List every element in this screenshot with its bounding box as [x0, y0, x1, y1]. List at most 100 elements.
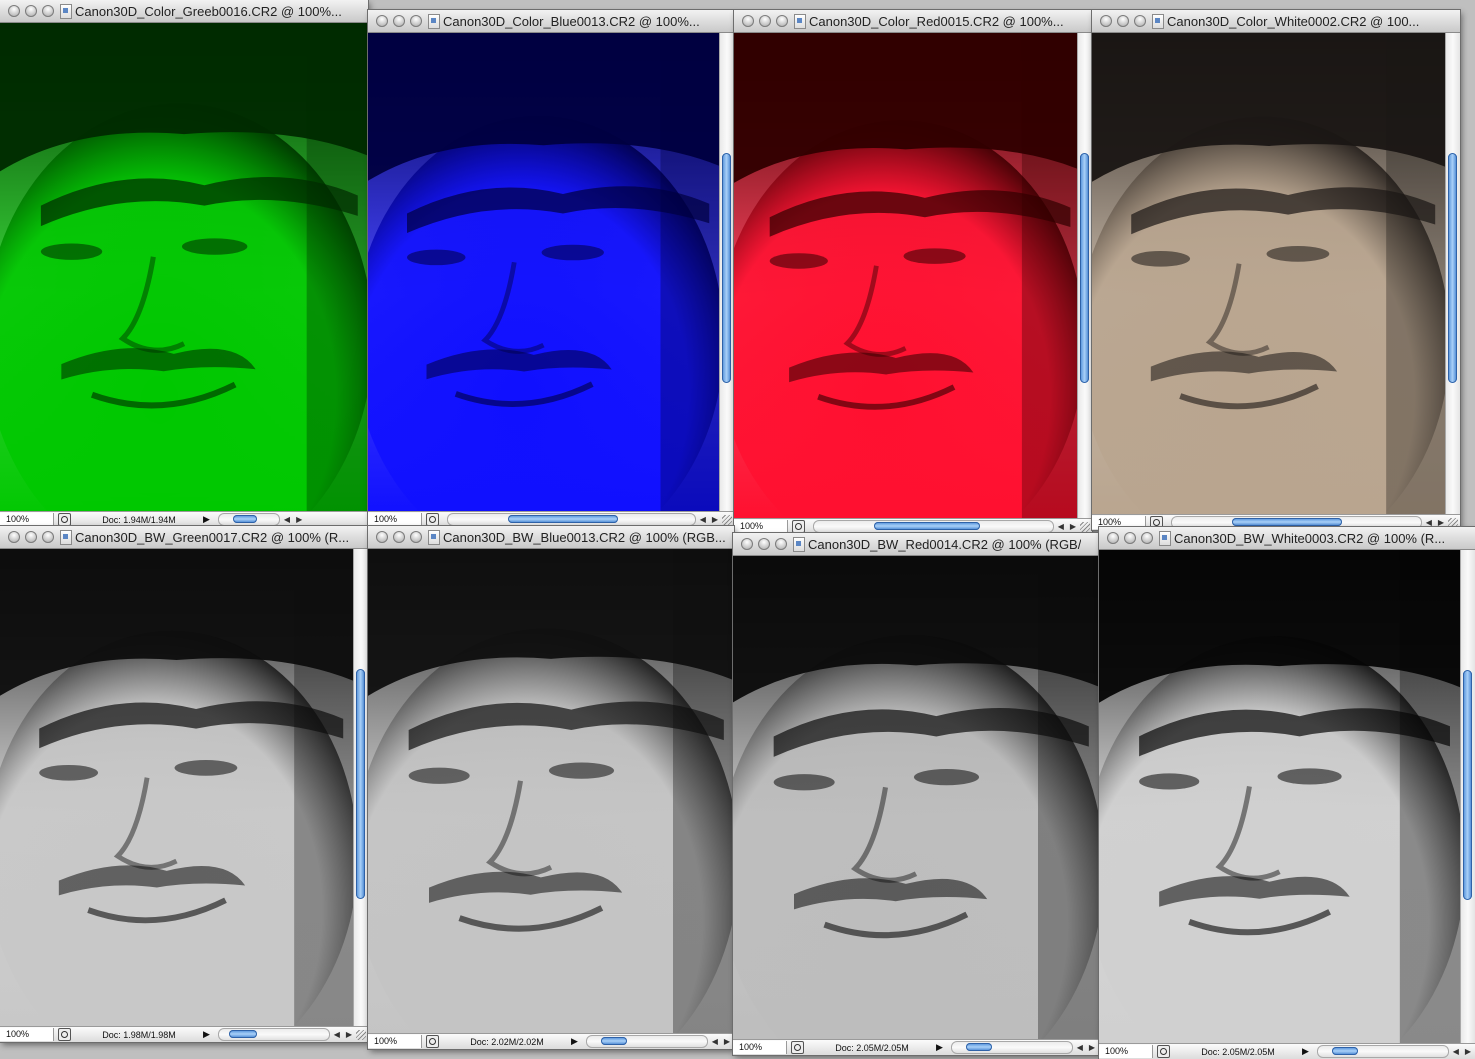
image-canvas[interactable]: [734, 33, 1077, 518]
zoom-button-icon[interactable]: [42, 5, 54, 17]
zoom-button-icon[interactable]: [1141, 532, 1153, 544]
scroll-left-icon[interactable]: ◀: [284, 515, 290, 524]
scroll-left-icon[interactable]: ◀: [334, 1030, 340, 1039]
scroll-right-icon[interactable]: ▶: [712, 515, 718, 524]
document-window-color-white[interactable]: Canon30D_Color_White0002.CR2 @ 100... 10…: [1092, 10, 1460, 530]
navigator-icon[interactable]: [58, 1028, 71, 1041]
zoom-level-field[interactable]: 100%: [0, 513, 54, 526]
image-canvas[interactable]: [0, 549, 353, 1026]
document-window-bw-red[interactable]: Canon30D_BW_Red0014.CR2 @ 100% (RGB/ 100…: [733, 533, 1099, 1055]
vertical-scrollbar[interactable]: [1077, 33, 1092, 518]
minimize-button-icon[interactable]: [1124, 532, 1136, 544]
zoom-button-icon[interactable]: [410, 15, 422, 27]
navigator-icon[interactable]: [1157, 1045, 1170, 1058]
document-window-color-blue[interactable]: Canon30D_Color_Blue0013.CR2 @ 100%... 10…: [368, 10, 734, 527]
vertical-scrollbar[interactable]: [1460, 550, 1475, 1043]
title-bar[interactable]: Canon30D_Color_Blue0013.CR2 @ 100%...: [368, 10, 734, 33]
title-bar[interactable]: Canon30D_Color_Greeb0016.CR2 @ 100%...: [0, 0, 368, 23]
image-canvas[interactable]: [733, 556, 1099, 1039]
scroll-right-icon[interactable]: ▶: [346, 1030, 352, 1039]
close-button-icon[interactable]: [741, 538, 753, 550]
image-canvas[interactable]: [1092, 33, 1445, 514]
navigator-icon[interactable]: [426, 1035, 439, 1048]
title-bar[interactable]: Canon30D_Color_White0002.CR2 @ 100...: [1092, 10, 1460, 33]
horizontal-scrollbar[interactable]: [813, 520, 1054, 533]
minimize-button-icon[interactable]: [393, 15, 405, 27]
vertical-scrollbar[interactable]: [719, 33, 734, 511]
status-bar: 100% Doc: 2.02M/2.02M ▶ ◀ ▶: [368, 1033, 734, 1049]
zoom-level-field[interactable]: 100%: [0, 1028, 54, 1041]
minimize-button-icon[interactable]: [759, 15, 771, 27]
title-bar[interactable]: Canon30D_BW_Blue0013.CR2 @ 100% (RGB...: [368, 526, 734, 549]
horizontal-scrollbar[interactable]: [950, 1041, 1073, 1054]
zoom-button-icon[interactable]: [410, 531, 422, 543]
vertical-scrollbar[interactable]: [353, 549, 368, 1026]
resize-grip-icon[interactable]: [1080, 521, 1090, 532]
scroll-left-icon[interactable]: ◀: [1077, 1043, 1083, 1052]
image-canvas[interactable]: [1099, 550, 1460, 1043]
image-canvas[interactable]: [368, 549, 734, 1033]
close-button-icon[interactable]: [8, 5, 20, 17]
navigator-icon[interactable]: [792, 520, 805, 533]
close-button-icon[interactable]: [1107, 532, 1119, 544]
scroll-right-icon[interactable]: ▶: [1089, 1043, 1095, 1052]
resize-grip-icon[interactable]: [356, 1029, 366, 1040]
image-canvas[interactable]: [368, 33, 719, 511]
scroll-right-icon[interactable]: ▶: [1465, 1047, 1471, 1056]
minimize-button-icon[interactable]: [1117, 15, 1129, 27]
zoom-level-field[interactable]: 100%: [368, 1035, 422, 1048]
zoom-button-icon[interactable]: [775, 538, 787, 550]
document-window-bw-green[interactable]: Canon30D_BW_Green0017.CR2 @ 100% (R... 1…: [0, 526, 368, 1042]
minimize-button-icon[interactable]: [25, 5, 37, 17]
close-button-icon[interactable]: [742, 15, 754, 27]
status-menu-arrow-icon[interactable]: ▶: [936, 1042, 943, 1053]
document-window-bw-blue[interactable]: Canon30D_BW_Blue0013.CR2 @ 100% (RGB... …: [368, 526, 734, 1049]
vertical-scrollbar[interactable]: [1445, 33, 1460, 514]
horizontal-scrollbar[interactable]: [217, 513, 280, 526]
scroll-left-icon[interactable]: ◀: [700, 515, 706, 524]
scroll-right-icon[interactable]: ▶: [296, 515, 302, 524]
zoom-button-icon[interactable]: [776, 15, 788, 27]
close-button-icon[interactable]: [376, 15, 388, 27]
document-window-color-red[interactable]: Canon30D_Color_Red0015.CR2 @ 100%... 100…: [734, 10, 1092, 534]
scroll-right-icon[interactable]: ▶: [1438, 518, 1444, 527]
minimize-button-icon[interactable]: [393, 531, 405, 543]
title-bar[interactable]: Canon30D_BW_Red0014.CR2 @ 100% (RGB/: [733, 533, 1099, 556]
close-button-icon[interactable]: [376, 531, 388, 543]
horizontal-scrollbar[interactable]: [585, 1035, 708, 1048]
document-window-color-green[interactable]: Canon30D_Color_Greeb0016.CR2 @ 100%... 1…: [0, 0, 368, 527]
scroll-right-icon[interactable]: ▶: [724, 1037, 730, 1046]
navigator-icon[interactable]: [791, 1041, 804, 1054]
navigator-icon[interactable]: [426, 513, 439, 526]
title-bar[interactable]: Canon30D_BW_Green0017.CR2 @ 100% (R...: [0, 526, 368, 549]
status-menu-arrow-icon[interactable]: ▶: [203, 1029, 210, 1040]
resize-grip-icon[interactable]: [1448, 517, 1458, 528]
scroll-left-icon[interactable]: ◀: [1058, 522, 1064, 531]
status-menu-arrow-icon[interactable]: ▶: [203, 514, 210, 525]
scroll-left-icon[interactable]: ◀: [1453, 1047, 1459, 1056]
document-window-bw-white[interactable]: Canon30D_BW_White0003.CR2 @ 100% (R... 1…: [1099, 527, 1475, 1059]
scroll-left-icon[interactable]: ◀: [712, 1037, 718, 1046]
navigator-icon[interactable]: [58, 513, 71, 526]
zoom-level-field[interactable]: 100%: [1099, 1045, 1153, 1058]
zoom-button-icon[interactable]: [42, 531, 54, 543]
minimize-button-icon[interactable]: [25, 531, 37, 543]
resize-grip-icon[interactable]: [722, 514, 732, 525]
close-button-icon[interactable]: [1100, 15, 1112, 27]
horizontal-scrollbar[interactable]: [447, 513, 696, 526]
zoom-level-field[interactable]: 100%: [734, 520, 788, 533]
status-menu-arrow-icon[interactable]: ▶: [571, 1036, 578, 1047]
scroll-left-icon[interactable]: ◀: [1426, 518, 1432, 527]
close-button-icon[interactable]: [8, 531, 20, 543]
zoom-level-field[interactable]: 100%: [733, 1041, 787, 1054]
zoom-level-field[interactable]: 100%: [368, 513, 422, 526]
horizontal-scrollbar[interactable]: [1316, 1045, 1449, 1058]
status-menu-arrow-icon[interactable]: ▶: [1302, 1046, 1309, 1057]
scroll-right-icon[interactable]: ▶: [1070, 522, 1076, 531]
minimize-button-icon[interactable]: [758, 538, 770, 550]
horizontal-scrollbar[interactable]: [217, 1028, 330, 1041]
title-bar[interactable]: Canon30D_BW_White0003.CR2 @ 100% (R...: [1099, 527, 1475, 550]
title-bar[interactable]: Canon30D_Color_Red0015.CR2 @ 100%...: [734, 10, 1092, 33]
zoom-button-icon[interactable]: [1134, 15, 1146, 27]
image-canvas[interactable]: [0, 23, 368, 511]
